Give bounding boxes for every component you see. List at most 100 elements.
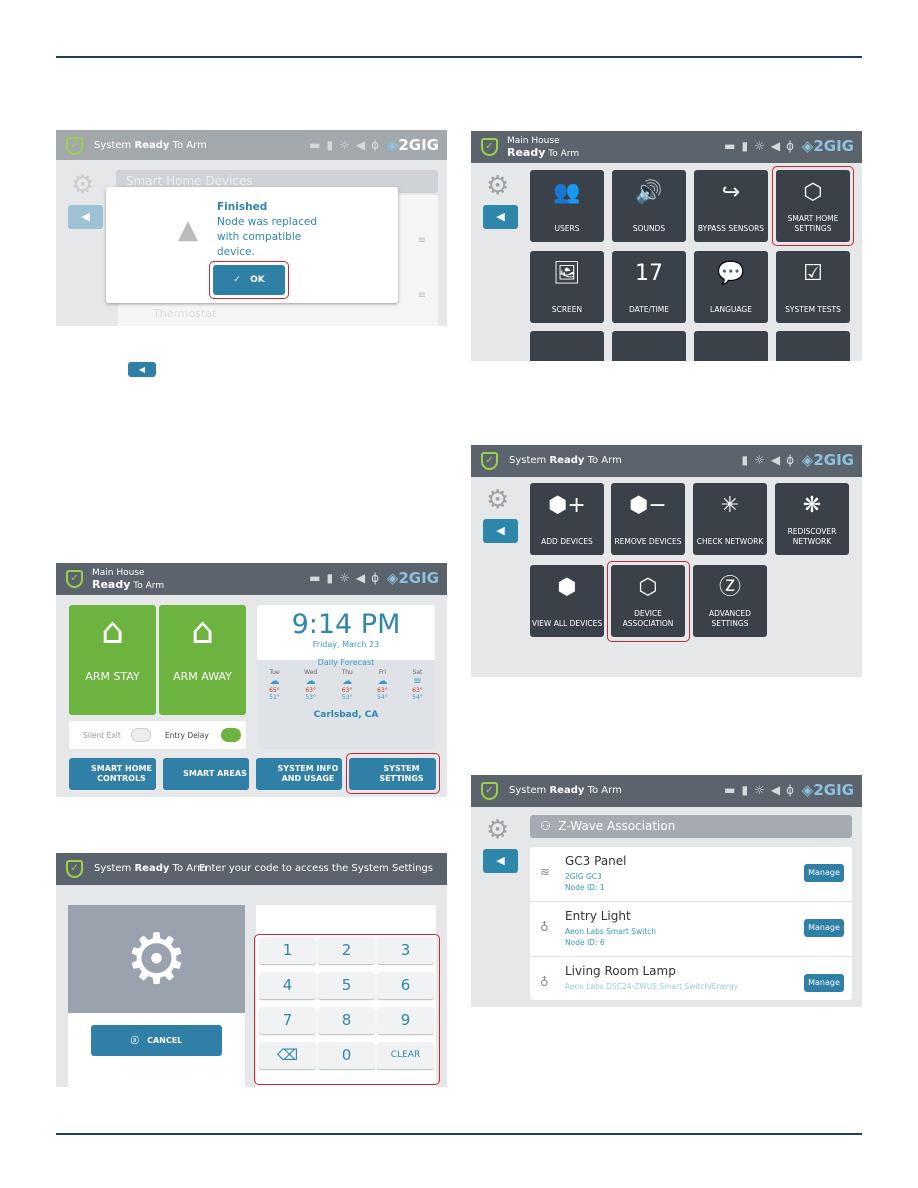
tile-label: DATE/TIME	[628, 305, 670, 314]
tile-label: SOUNDS	[632, 224, 666, 233]
tile-system-tests[interactable]: ☑ SYSTEM TESTS	[776, 251, 850, 323]
back-button[interactable]: ◀	[483, 205, 518, 229]
tile-label: VIEW ALL DEVICES	[531, 619, 603, 628]
gear-icon: ⚙	[486, 171, 510, 201]
clock-date: Friday, March 23	[312, 640, 380, 649]
status-icons: ▬▮☼◀ϕ	[309, 571, 385, 585]
arm-stay-button[interactable]: ⌂ ARM STAY	[69, 605, 156, 715]
device-list: ≋ GC3 Panel 2GIG GC3 Node ID: 1 Manage ♁ …	[530, 847, 852, 1000]
shield-icon: ✓	[481, 452, 498, 470]
status-header: ✓ System Ready To Arm ▮☼◀ϕ ◈2GIG	[471, 445, 862, 477]
tile-label: REDISCOVER NETWORK	[787, 527, 837, 546]
forecast-day: Fri ☁ 63° 54°	[377, 669, 388, 701]
wifi-icon: ≋	[540, 865, 551, 879]
tile-partial[interactable]	[530, 331, 604, 361]
device-details: 2GIG GC3 Node ID: 1	[565, 872, 605, 892]
smart-home-controls-button[interactable]: SMART HOME CONTROLS	[69, 758, 156, 790]
manage-button[interactable]: Manage	[804, 864, 844, 882]
status-icons: ▬▮☼◀ϕ	[724, 139, 800, 153]
gear-icon: ⚙	[486, 815, 510, 845]
tile-label: SYSTEM TESTS	[785, 305, 841, 314]
section-title: ⚇ Z-Wave Association	[530, 815, 852, 838]
back-button-inline: ◀	[128, 362, 156, 377]
arm-away-button[interactable]: ⌂ ARM AWAY	[159, 605, 246, 715]
logo: ◈2GIG	[801, 781, 854, 799]
house-exit-icon: ⌂	[191, 611, 214, 652]
tile-sounds[interactable]: 🔊 SOUNDS	[612, 170, 686, 242]
silent-exit-toggle[interactable]	[131, 728, 151, 742]
house-person-icon: ⌂	[101, 611, 124, 652]
back-button[interactable]: ◀	[483, 519, 518, 543]
tile-label: LANGUAGE	[710, 305, 752, 314]
tile-screen[interactable]: 🖼 SCREEN	[530, 251, 604, 323]
dialog-message: Node was replaced with compatible device…	[217, 216, 318, 258]
status-icons: ▮☼◀ϕ	[741, 453, 800, 467]
tile-advanced-settings[interactable]: Ⓩ ADVANCED SETTINGS	[693, 565, 767, 637]
tile-label: ADD DEVICES	[541, 537, 593, 546]
status-text: System Ready To Arm	[509, 785, 622, 796]
shield-icon: ✓	[66, 860, 83, 878]
tile-label: SCREEN	[551, 305, 583, 314]
screenshot-system-settings: ✓ Main House Ready To Arm ▬▮☼◀ϕ ◈2GIG ⚙ ◀…	[471, 131, 862, 361]
list-item: ♁ Entry Light Aeon Labs Smart Switch Node…	[530, 902, 852, 957]
tile-icon: ❋	[802, 493, 822, 518]
tile-bypass-sensors[interactable]: ↪ BYPASS SENSORS	[694, 170, 768, 242]
gear-icon: ⚙	[68, 905, 245, 1013]
tile-language[interactable]: 💬 LANGUAGE	[694, 251, 768, 323]
tile-view-all-devices[interactable]: ⬢ VIEW ALL DEVICES	[530, 565, 604, 637]
tile-partial[interactable]	[612, 331, 686, 361]
screenshot-finished-dialog: ✓ System Ready To Arm ▬▮☼◀ϕ ◈2GIG ⚙ ◀ Sm…	[56, 130, 447, 326]
tile-icon: 👥	[553, 180, 581, 205]
device-name: Living Room Lamp	[565, 964, 676, 978]
device-details: Aeon Labs DSC24-ZWUS Smart Switch/Energy	[565, 982, 739, 991]
status-icons: ▬▮☼◀ϕ	[309, 138, 385, 152]
status-icons: ▬▮☼◀ϕ	[724, 783, 800, 797]
back-button[interactable]: ◀	[68, 205, 103, 229]
status-text: System Ready To Arm	[509, 455, 622, 466]
dialog-title: Finished	[217, 201, 268, 213]
tile-icon: Ⓩ	[718, 575, 741, 600]
tile-add-devices[interactable]: ⬢+ ADD DEVICES	[530, 483, 604, 555]
tile-check-network[interactable]: ✳ CHECK NETWORK	[693, 483, 767, 555]
highlight-outline	[346, 753, 440, 794]
tile-users[interactable]: 👥 USERS	[530, 170, 604, 242]
status-header: ✓ Main House Ready To Arm ▬▮☼◀ϕ ◈2GIG	[471, 131, 862, 163]
tile-label: REMOVE DEVICES	[614, 537, 682, 546]
silent-exit-label: Silent Exit	[83, 731, 121, 740]
forecast-day: Thu ☁ 63° 53°	[341, 669, 353, 701]
back-button[interactable]: ◀	[483, 849, 518, 873]
screenshot-zwave-association: ✓ System Ready To Arm ▬▮☼◀ϕ ◈2GIG ⚙ ◀ ⚇ …	[471, 775, 862, 1007]
arm-stay-label: ARM STAY	[85, 670, 140, 683]
clock-time: 9:14 PM	[291, 609, 401, 640]
cancel-button[interactable]: ⓧ CANCEL	[91, 1025, 222, 1056]
highlight-outline	[209, 261, 289, 299]
tile-icon: 🖼	[553, 261, 581, 286]
forecast-day: Wed ☁ 63° 53°	[304, 669, 318, 701]
tile-icon: ✳	[720, 493, 740, 518]
manage-button[interactable]: Manage	[804, 974, 844, 992]
shield-icon: ✓	[481, 138, 498, 156]
entry-delay-toggle[interactable]	[221, 728, 241, 742]
tile-icon: 17	[635, 261, 663, 286]
list-item: Thermostat	[153, 307, 217, 320]
tile-partial[interactable]	[694, 331, 768, 361]
status-header: ✓ Main House Ready To Arm ▬▮☼◀ϕ ◈2GIG	[56, 563, 447, 595]
list-item: ≋ GC3 Panel 2GIG GC3 Node ID: 1 Manage	[530, 847, 852, 902]
finished-dialog: ▲ Finished Node was replaced with compat…	[106, 187, 398, 303]
manage-button[interactable]: Manage	[804, 919, 844, 937]
tile-partial[interactable]	[776, 331, 850, 361]
forecast-day: Tue ☁ 65° 51°	[269, 669, 280, 701]
tile-rediscover-network[interactable]: ❋ REDISCOVER NETWORK	[775, 483, 849, 555]
shield-icon: ✓	[66, 570, 83, 588]
tile-date-time[interactable]: 17 DATE/TIME	[612, 251, 686, 323]
screenshot-home: ✓ Main House Ready To Arm ▬▮☼◀ϕ ◈2GIG ⌂ A…	[56, 563, 447, 797]
tile-icon: ⬢+	[548, 493, 586, 518]
location: Carlsbad, CA	[313, 710, 379, 720]
system-info-button[interactable]: SYSTEM INFO AND USAGE	[256, 758, 342, 790]
gear-icon: ⚙	[486, 485, 510, 515]
status-text: Main House Ready To Arm	[92, 568, 165, 591]
settings-card: ⚙ ⓧ CANCEL	[68, 905, 245, 1087]
smart-areas-button[interactable]: SMART AREAS	[163, 758, 249, 790]
tile-remove-devices[interactable]: ⬢− REMOVE DEVICES	[611, 483, 685, 555]
highlight-outline	[254, 934, 440, 1085]
